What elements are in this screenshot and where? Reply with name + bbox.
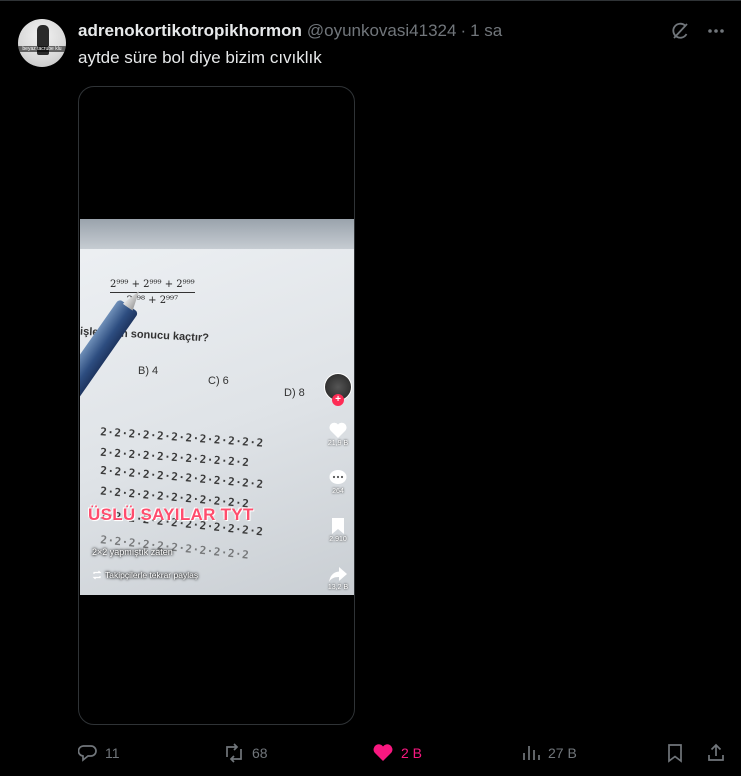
share-button[interactable] — [706, 740, 726, 766]
rail-comment-count: 264 — [332, 488, 344, 495]
rail-like[interactable]: 21,9 B — [328, 421, 348, 447]
reply-count: 11 — [105, 745, 120, 761]
header-actions — [669, 20, 727, 42]
video-caption: 2×2 yapmıştık zaten — [92, 547, 173, 557]
scribble-row: 2·2·2·2·2·2·2·2·2·2·2·2 — [99, 425, 265, 450]
follow-plus-icon[interactable]: + — [332, 394, 344, 406]
reply-button[interactable]: 11 — [78, 740, 120, 766]
repost-button[interactable]: 68 — [223, 740, 268, 766]
tweet-header: adrenokortikotropikhormon @oyunkovasi413… — [78, 20, 502, 42]
timestamp[interactable]: 1 sa — [470, 21, 502, 41]
repost-hint[interactable]: Takipçilerle tekrar paylaş — [92, 570, 198, 580]
creator-avatar[interactable]: + — [324, 373, 352, 406]
heart-filled-icon — [373, 744, 393, 761]
user-handle[interactable]: @oyunkovasi41324 — [307, 21, 457, 41]
bookmark-outline-icon — [668, 744, 682, 763]
rail-save-count: 2.910 — [329, 536, 347, 543]
rail-save[interactable]: 2.910 — [329, 517, 347, 543]
rail-share-count: 13,2 B — [327, 584, 349, 591]
views-button[interactable]: 27 B — [521, 740, 577, 766]
views-icon — [523, 746, 540, 760]
like-button[interactable]: 2 B — [372, 740, 422, 766]
repost-count: 68 — [252, 745, 268, 761]
video-media[interactable]: 2⁹⁹⁹ + 2⁹⁹⁹ + 2⁹⁹⁹ 2⁹⁹⁸ + 2⁹⁹⁷ işleminin… — [78, 86, 355, 725]
repost-icon — [226, 743, 242, 763]
separator: · — [460, 21, 467, 40]
option-b: B) 4 — [138, 365, 159, 377]
pen-body — [80, 298, 139, 411]
more-icon[interactable] — [705, 20, 727, 42]
rail-like-count: 21,9 B — [327, 440, 349, 447]
share-arrow-icon — [329, 567, 347, 582]
share-icon — [708, 743, 724, 761]
avatar[interactable]: beyaz tacrube klu — [18, 19, 66, 67]
avatar-caption: beyaz tacrube klu — [18, 46, 66, 52]
views-count: 27 B — [548, 745, 577, 761]
repost-small-icon — [92, 570, 102, 580]
reply-icon — [78, 745, 97, 762]
video-side-rail: + 21,9 B 264 2.910 13,2 B — [323, 373, 353, 591]
repost-hint-label: Takipçilerle tekrar paylaş — [105, 570, 199, 580]
paper-shadow — [80, 219, 354, 249]
bookmark-button[interactable] — [666, 740, 684, 766]
pen — [80, 278, 157, 416]
option-d: D) 8 — [284, 387, 305, 399]
tweet: beyaz tacrube klu adrenokortikotropikhor… — [0, 0, 741, 776]
comment-icon — [329, 470, 347, 484]
grok-icon[interactable] — [669, 20, 691, 42]
divider — [0, 0, 741, 1]
rail-comment[interactable]: 264 — [328, 469, 348, 495]
option-c: C) 6 — [208, 375, 229, 387]
bookmark-icon — [332, 518, 344, 534]
video-overlay-title: ÜSLÜ SAYILAR TYT — [88, 505, 254, 524]
rail-share[interactable]: 13,2 B — [328, 565, 348, 591]
heart-icon — [329, 422, 347, 438]
like-count: 2 B — [401, 745, 423, 761]
tweet-text: aytde süre bol diye bizim cıvıklık — [78, 48, 322, 67]
tweet-actions: 11 68 2 B 27 B — [78, 740, 730, 766]
video-frame: 2⁹⁹⁹ + 2⁹⁹⁹ + 2⁹⁹⁹ 2⁹⁹⁸ + 2⁹⁹⁷ işleminin… — [80, 219, 354, 595]
display-name[interactable]: adrenokortikotropikhormon — [78, 21, 302, 41]
